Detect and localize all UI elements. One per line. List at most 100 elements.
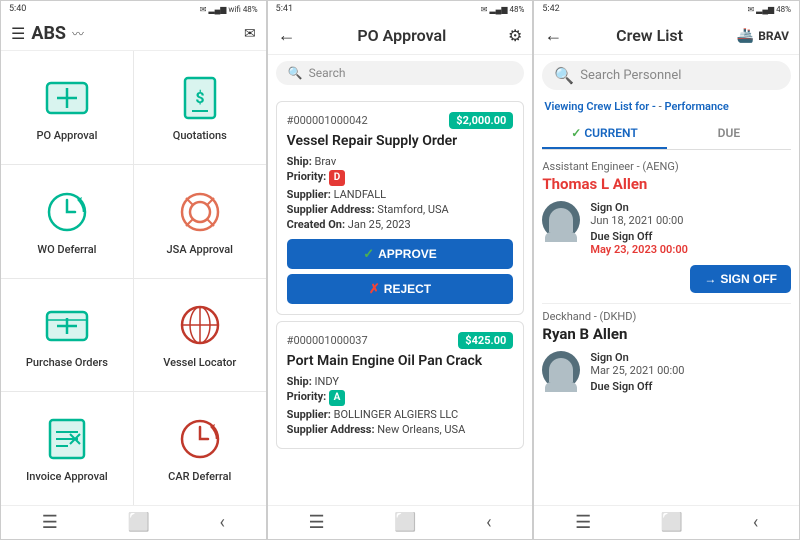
po-approval-label: PO Approval [36,129,97,142]
po-ship-2: Ship: INDY [287,375,514,388]
app-item-vessel-locator[interactable]: Vessel Locator [134,279,266,392]
nav-home-icon-2[interactable]: ⬜ [394,512,416,533]
app-item-wo-deferral[interactable]: WO Deferral [1,165,133,278]
car-deferral-label: CAR Deferral [168,470,231,483]
purchase-orders-label: Purchase Orders [26,356,108,369]
search-icon-2: 🔍 [288,66,303,80]
quotations-label: Quotations [173,129,227,142]
app-item-car-deferral[interactable]: CAR Deferral [134,392,266,505]
po-card-2-header: #000001000037 $425.00 [287,332,514,349]
po-list: #000001000042 $2,000.00 Vessel Repair Su… [268,91,533,505]
viewing-vessel: Performance [664,100,728,113]
nav-menu-icon-2[interactable]: ☰ [308,512,324,533]
search-input-2[interactable]: Search [309,66,513,80]
app-item-po-approval[interactable]: PO Approval [1,51,133,164]
priority-badge-a: A [329,390,345,406]
car-deferral-icon [175,414,225,464]
crew-section-1: Assistant Engineer - (AENG) Thomas L All… [542,160,791,293]
time-3: 5:42 [542,4,559,14]
due-sign-off-row-2: Due Sign Off [590,380,791,393]
battery-2: 48% [509,5,524,14]
filter-icon[interactable]: ⚙ [508,26,522,45]
tab-current[interactable]: ✓ CURRENT [542,119,666,149]
vessel-name: BRAV [758,29,789,43]
app-item-purchase-orders[interactable]: Purchase Orders [1,279,133,392]
crew-list: Assistant Engineer - (AENG) Thomas L All… [534,150,799,505]
jsa-approval-icon [175,187,225,237]
invoice-approval-label: Invoice Approval [26,470,108,483]
nav-menu-icon-3[interactable]: ☰ [575,512,591,533]
ship-icon: 🚢 [737,28,754,44]
crew-info-2: Sign On Mar 25, 2021 00:00 Due Sign Off [590,351,791,396]
avatar-inner-2 [549,358,573,382]
panel-crew-list: 5:42 ✉ ▂▄▆ 48% ← Crew List 🚢 BRAV 🔍 Sear… [533,0,800,540]
check-icon: ✓ [363,246,374,262]
nav-back-icon-2[interactable]: ‹ [486,512,491,533]
po-search-bar[interactable]: 🔍 Search [276,61,525,85]
crew-name-2: Ryan B Allen [542,325,791,343]
status-icons-3: ✉ ▂▄▆ 48% [747,5,791,14]
crew-role-1: Assistant Engineer - (AENG) [542,160,791,173]
status-bar-1: 5:40 ✉ ▂▄▆ wifi 48% [1,1,266,17]
po-actions-1: ✓ APPROVE ✗ REJECT [287,239,514,304]
check-icon-tab: ✓ [571,126,584,140]
reject-button[interactable]: ✗ REJECT [287,274,514,304]
sign-off-area: → SIGN OFF [542,265,791,293]
back-button-3[interactable]: ← [544,25,562,46]
crew-avatar-2 [542,351,580,389]
crew-list-header: ← Crew List 🚢 BRAV [534,17,799,55]
crew-list-title: Crew List [616,26,683,45]
po-created-1: Created On: Jan 25, 2023 [287,218,514,231]
po-approval-title: PO Approval [357,26,446,45]
po-supplier-2: Supplier: BOLLINGER ALGIERS LLC [287,408,514,421]
crew-info-1: Sign On Jun 18, 2021 00:00 Due Sign Off … [590,201,791,259]
sign-on-row-1: Sign On Jun 18, 2021 00:00 [590,201,791,227]
nav-back-icon-3[interactable]: ‹ [753,512,758,533]
crew-avatar-1 [542,201,580,239]
mail-icon-3: ✉ [747,5,754,14]
nav-home-icon-3[interactable]: ⬜ [661,512,683,533]
sign-on-label-1: Sign On [590,201,791,214]
wifi-icon: 〰 [72,25,84,42]
back-button-2[interactable]: ← [278,25,296,46]
app-item-invoice-approval[interactable]: Invoice Approval [1,392,133,505]
crew-search-bar[interactable]: 🔍 Search Personnel [542,61,791,90]
sign-on-row-2: Sign On Mar 25, 2021 00:00 [590,351,791,377]
app-item-quotations[interactable]: $ Quotations [134,51,266,164]
arrow-right-icon: → [704,272,716,286]
approve-button[interactable]: ✓ APPROVE [287,239,514,269]
app-item-jsa-approval[interactable]: JSA Approval [134,165,266,278]
crew-name-1: Thomas L Allen [542,175,791,193]
hamburger-icon[interactable]: ☰ [11,24,25,43]
nav-back-icon[interactable]: ‹ [219,512,224,533]
x-icon: ✗ [369,281,380,297]
bottom-nav-3: ☰ ⬜ ‹ [534,505,799,539]
purchase-orders-icon [42,300,92,350]
crew-row-1: Sign On Jun 18, 2021 00:00 Due Sign Off … [542,201,791,259]
po-approval-icon [42,73,92,123]
po-title-2: Port Main Engine Oil Pan Crack [287,353,514,369]
wo-deferral-label: WO Deferral [37,243,96,256]
signal-icon-3: ▂▄▆ [756,5,774,14]
crew-row-2: Sign On Mar 25, 2021 00:00 Due Sign Off [542,351,791,396]
po-supplier-1: Supplier: LANDFALL [287,188,514,201]
mail-icon-1: ✉ [200,5,207,14]
mail-icon-2: ✉ [481,5,488,14]
nav-menu-icon[interactable]: ☰ [42,512,58,533]
panel-abs-home: 5:40 ✉ ▂▄▆ wifi 48% ☰ ABS 〰 ✉ [0,0,267,540]
email-icon[interactable]: ✉ [244,26,256,42]
crew-search-input[interactable]: Search Personnel [580,68,681,83]
tab-due[interactable]: DUE [667,119,791,149]
due-sign-off-row-1: Due Sign Off May 23, 2023 00:00 [590,230,791,256]
svg-text:$: $ [195,88,204,107]
signal-icon-2: ▂▄▆ [490,5,508,14]
battery-1: 48% [243,5,258,14]
po-amount-2: $425.00 [458,332,513,349]
vessel-badge: 🚢 BRAV [737,28,789,44]
search-icon-3: 🔍 [554,66,574,85]
priority-badge-d: D [329,170,345,186]
time-2: 5:41 [276,4,293,14]
crew-tabs: ✓ CURRENT DUE [542,119,791,150]
nav-home-icon[interactable]: ⬜ [127,512,149,533]
sign-off-button[interactable]: → SIGN OFF [690,265,791,293]
